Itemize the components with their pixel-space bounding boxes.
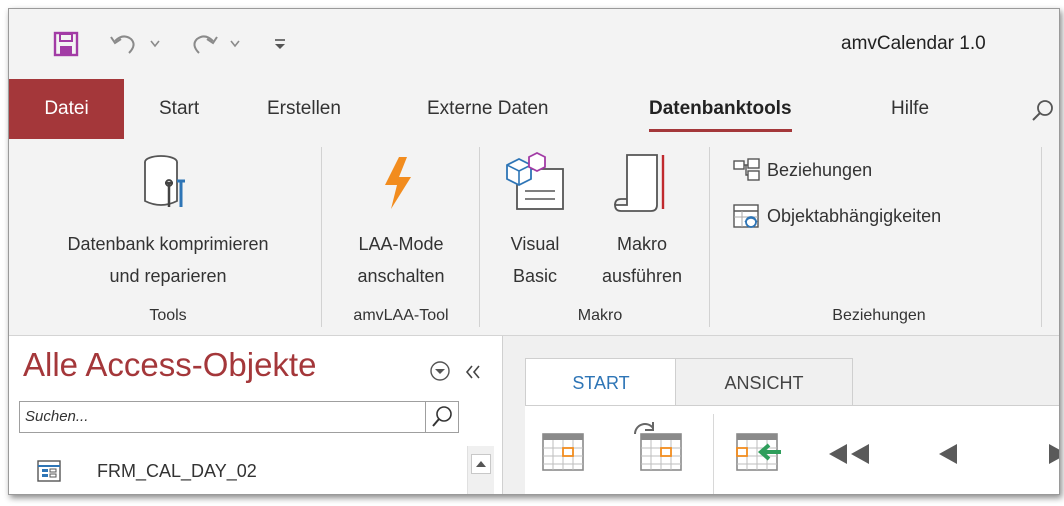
tab-erstellen[interactable]: Erstellen (267, 79, 341, 139)
form-area: START ANSICHT (511, 336, 1060, 494)
nav-scrollbar[interactable] (467, 446, 494, 494)
nav-search-placeholder: Suchen... (25, 408, 89, 425)
window-title: amvCalendar 1.0 (841, 33, 986, 54)
nav-menu-dropdown-icon[interactable] (429, 360, 451, 382)
tab-hilfe[interactable]: Hilfe (891, 79, 929, 139)
undo-dropdown-icon[interactable] (149, 39, 161, 49)
visual-basic-label-1[interactable]: Visual (495, 229, 575, 259)
next-page-icon[interactable] (1045, 442, 1060, 466)
navigation-pane: Alle Access-Objekte Suchen... FRM_CAL_DA… (9, 336, 502, 494)
group-title-beziehungen: Beziehungen (832, 307, 926, 324)
group-title-makro: Makro (577, 307, 623, 324)
compact-repair-label-2[interactable]: und reparieren (23, 261, 313, 291)
save-icon[interactable] (53, 31, 79, 57)
form-ribbon-divider (713, 414, 714, 494)
group-title-tools: Tools (149, 307, 187, 324)
laa-mode-label-2[interactable]: anschalten (331, 261, 471, 291)
nav-pane-title[interactable]: Alle Access-Objekte (23, 346, 316, 384)
redo-dropdown-icon[interactable] (229, 39, 241, 49)
group-divider (479, 147, 480, 327)
nav-search-button[interactable] (425, 402, 458, 432)
tab-externe-daten[interactable]: Externe Daten (427, 79, 548, 139)
customize-qat-icon[interactable] (273, 37, 287, 51)
compact-repair-label-1[interactable]: Datenbank komprimieren (23, 229, 313, 259)
tab-start[interactable]: Start (159, 79, 199, 139)
relationships-button[interactable]: Beziehungen (733, 155, 1033, 185)
object-dependencies-icon (733, 204, 759, 228)
first-page-icon[interactable] (827, 442, 871, 466)
app-window: amvCalendar 1.0 Datei Start Erstellen Ex… (8, 8, 1060, 495)
object-dependencies-button[interactable]: Objektabhängigkeiten (733, 201, 1043, 231)
nav-search-field[interactable]: Suchen... (19, 401, 459, 433)
collapse-nav-pane-icon[interactable] (464, 364, 482, 380)
goto-today-icon[interactable] (735, 430, 783, 474)
group-divider (709, 147, 710, 327)
tab-form-start[interactable]: START (525, 358, 677, 407)
title-bar: amvCalendar 1.0 (9, 9, 1059, 79)
tab-datenbanktools[interactable]: Datenbanktools (649, 79, 792, 139)
object-dependencies-label: Objektabhängigkeiten (767, 206, 942, 226)
relationships-label: Beziehungen (767, 160, 873, 180)
refresh-calendar-icon[interactable] (629, 418, 685, 474)
previous-page-icon[interactable] (935, 442, 959, 466)
form-icon (37, 460, 61, 482)
run-macro-icon (614, 154, 665, 212)
group-title-amvlaa-tool: amvLAA-Tool (353, 307, 449, 324)
search-icon[interactable] (1031, 99, 1055, 123)
nav-item-label: FRM_CAL_DAY_02 (97, 461, 257, 481)
scroll-up-button[interactable] (471, 454, 491, 474)
search-icon (432, 406, 452, 427)
ribbon-tabs: Datei Start Erstellen Externe Daten Date… (9, 79, 1059, 139)
run-macro-label-1[interactable]: Makro (587, 229, 697, 259)
run-macro-label-2[interactable]: ausführen (587, 261, 697, 291)
lightning-icon (385, 157, 411, 209)
laa-mode-label-1[interactable]: LAA-Mode (331, 229, 471, 259)
tab-datei[interactable]: Datei (9, 79, 124, 139)
group-divider (321, 147, 322, 327)
undo-icon[interactable] (109, 31, 139, 57)
calendar-icon[interactable] (541, 430, 585, 474)
visual-basic-icon (506, 151, 564, 210)
ribbon-panel: Datenbank komprimieren und reparieren To… (9, 139, 1059, 336)
triangle-up-icon (476, 461, 486, 467)
redo-icon[interactable] (189, 31, 219, 57)
visual-basic-label-2[interactable]: Basic (495, 261, 575, 291)
form-ribbon (525, 405, 1060, 494)
compact-repair-database-icon (144, 155, 185, 207)
tab-form-ansicht[interactable]: ANSICHT (675, 358, 853, 407)
relationships-icon (733, 158, 760, 181)
nav-item-form[interactable]: FRM_CAL_DAY_02 (37, 456, 457, 486)
group-divider (1041, 147, 1042, 327)
